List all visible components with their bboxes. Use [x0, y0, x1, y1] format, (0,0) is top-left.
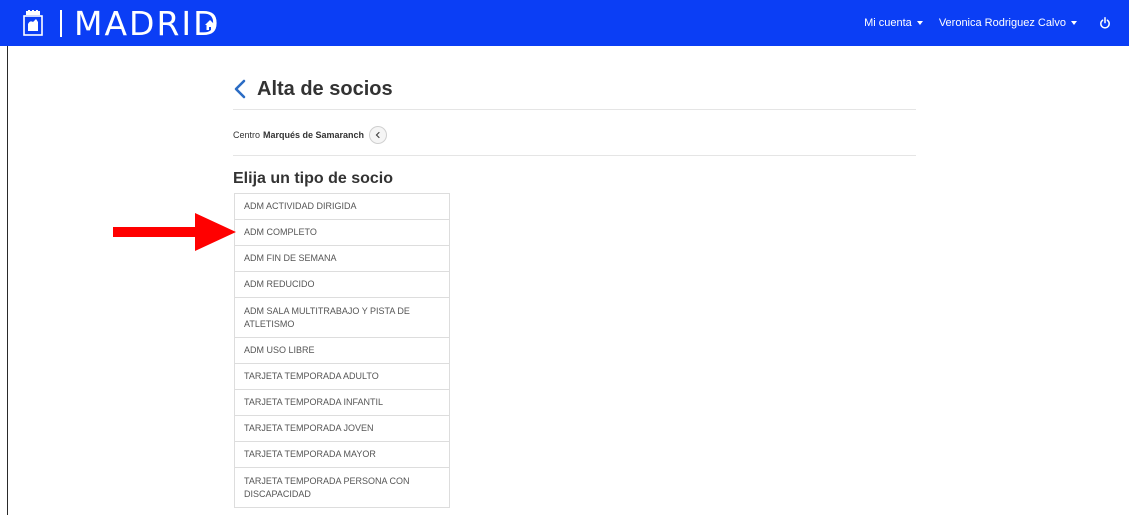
page-header: Alta de socios	[233, 74, 393, 104]
power-icon[interactable]	[1099, 17, 1111, 29]
divider	[233, 109, 916, 110]
caret-down-icon	[916, 21, 923, 25]
chevron-left-icon[interactable]	[233, 79, 247, 99]
list-item-adm-completo[interactable]: ADM COMPLETO	[235, 220, 449, 246]
list-item-adm-reducido[interactable]: ADM REDUCIDO	[235, 272, 449, 298]
list-item-tarjeta-mayor[interactable]: TARJETA TEMPORADA MAYOR	[235, 442, 449, 468]
change-centro-button[interactable]	[369, 126, 388, 144]
user-menu-label: Veronica Rodriguez Calvo	[938, 17, 1066, 29]
user-nav: Mi cuenta Veronica Rodriguez Calvo	[848, 0, 1111, 46]
list-item-tarjeta-discapacidad[interactable]: TARJETA TEMPORADA PERSONA CON DISCAPACID…	[235, 468, 449, 508]
centro-name: Marqués de Samaranch	[263, 130, 365, 140]
list-item-adm-fin-de-semana[interactable]: ADM FIN DE SEMANA	[235, 246, 449, 272]
list-item-tarjeta-adulto[interactable]: TARJETA TEMPORADA ADULTO	[235, 364, 449, 390]
list-item-adm-sala-multitrabajo[interactable]: ADM SALA MULTITRABAJO Y PISTA DE ATLETIS…	[235, 298, 449, 338]
list-item-tarjeta-infantil[interactable]: TARJETA TEMPORADA INFANTIL	[235, 390, 449, 416]
brand-logo-text[interactable]: MADRID	[74, 4, 221, 44]
account-menu-label: Mi cuenta	[864, 17, 912, 29]
madrid-crest-icon[interactable]	[22, 10, 44, 36]
caret-down-icon	[1071, 21, 1077, 25]
list-item-adm-uso-libre[interactable]: ADM USO LIBRE	[235, 338, 449, 364]
chevron-left-icon	[375, 131, 380, 139]
divider	[233, 155, 916, 156]
list-item-tarjeta-joven[interactable]: TARJETA TEMPORADA JOVEN	[235, 416, 449, 442]
brand-divider	[60, 10, 62, 37]
centro-selector: Centro Marqués de Samaranch	[233, 126, 388, 144]
account-menu[interactable]: Mi cuenta	[864, 17, 923, 29]
list-item-adm-actividad-dirigida[interactable]: ADM ACTIVIDAD DIRIGIDA	[235, 194, 449, 220]
page-title: Alta de socios	[257, 77, 393, 100]
home-icon[interactable]	[204, 19, 216, 31]
centro-label: Centro	[233, 130, 261, 140]
member-type-list: ADM ACTIVIDAD DIRIGIDA ADM COMPLETO ADM …	[234, 193, 450, 508]
user-menu[interactable]: Veronica Rodriguez Calvo	[939, 17, 1077, 29]
red-arrow-annotation	[113, 213, 236, 251]
section-title: Elija un tipo de socio	[233, 170, 394, 187]
page-left-border	[7, 46, 8, 515]
top-navbar: MADRID Mi cuenta Veronica Rodriguez Calv…	[0, 0, 1129, 46]
